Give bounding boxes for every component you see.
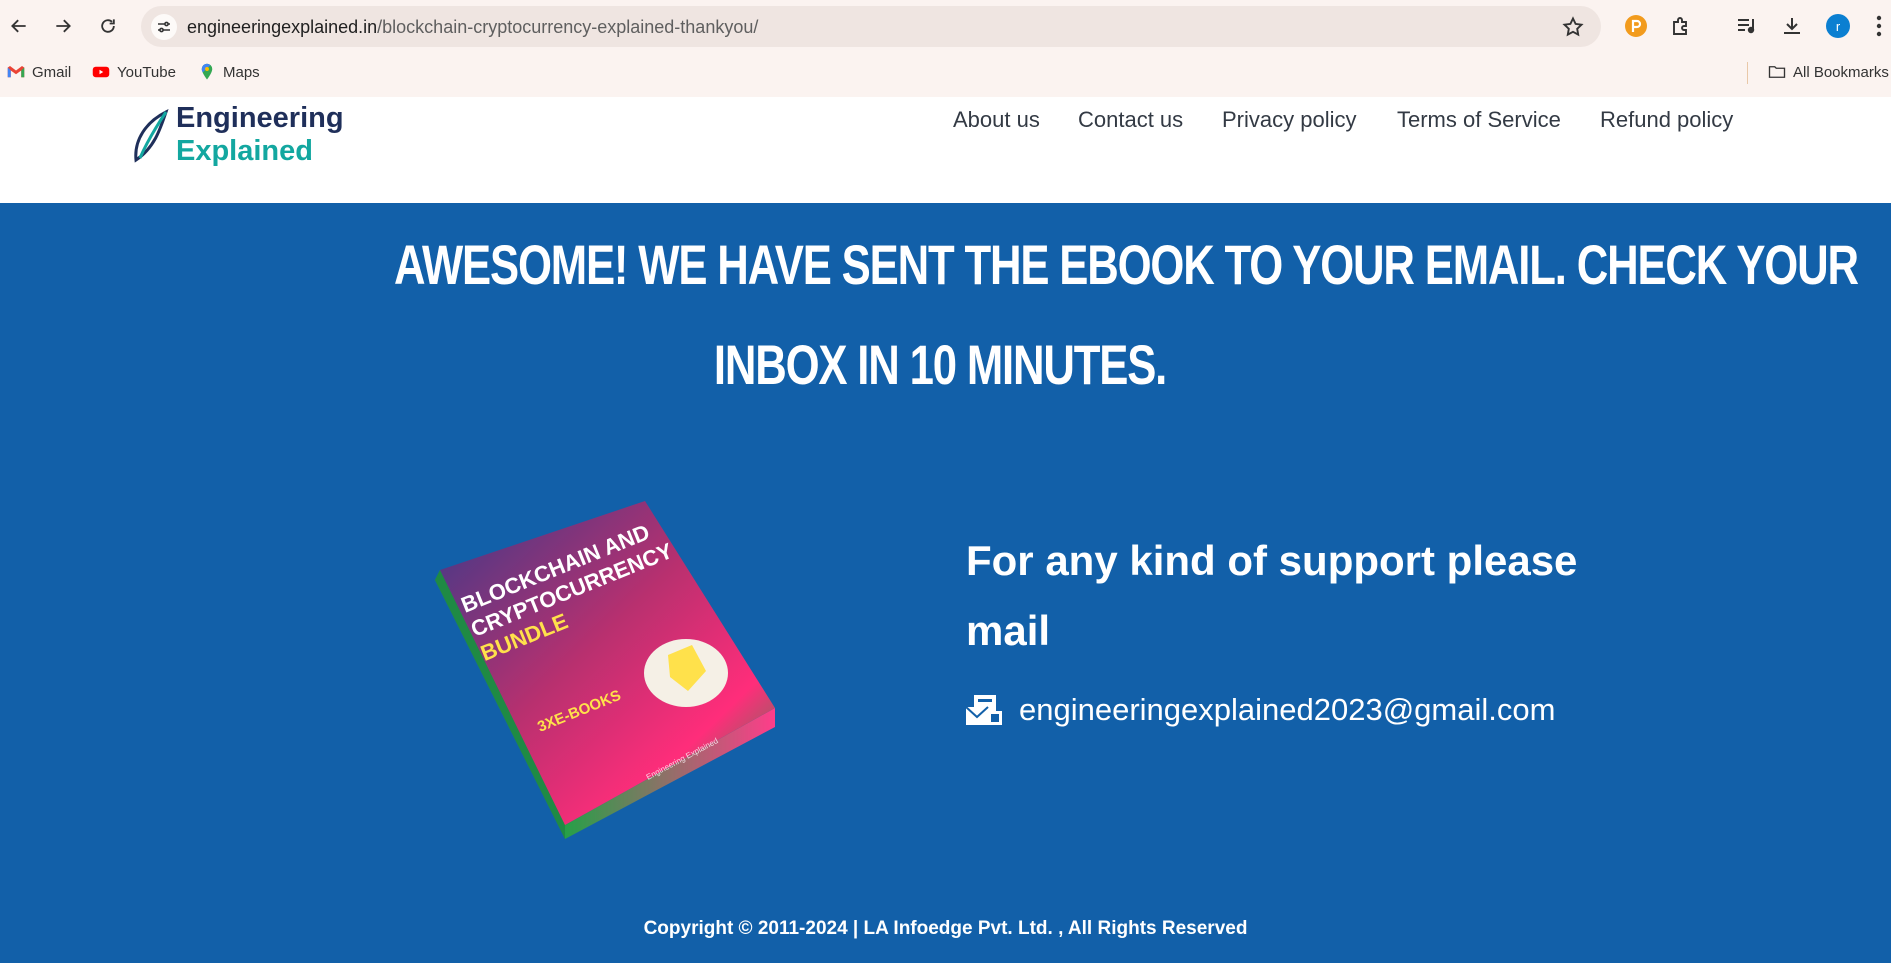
maps-icon xyxy=(201,63,213,80)
menu-about-us[interactable]: About us xyxy=(953,107,1040,133)
bookmarks-bar: Gmail YouTube Maps All Bookmarks xyxy=(0,58,1891,88)
ebook-bundle-image: BLOCKCHAIN AND CRYPTOCURRENCY BUNDLE 3XE… xyxy=(430,495,790,845)
url-path: /blockchain-cryptocurrency-explained-tha… xyxy=(377,17,759,37)
menu-refund-policy[interactable]: Refund policy xyxy=(1600,107,1733,133)
profile-avatar[interactable]: r xyxy=(1824,12,1852,40)
hero-title: AWESOME! WE HAVE SENT THE EBOOK TO YOUR … xyxy=(394,215,1859,415)
logo-text-explained: Explained xyxy=(176,135,313,167)
menu-dots-icon[interactable] xyxy=(1869,12,1889,40)
bookmark-label: YouTube xyxy=(117,63,176,81)
download-icon[interactable] xyxy=(1778,12,1806,40)
footer-copyright: Copyright © 2011-2024 | LA Infoedge Pvt.… xyxy=(643,918,1248,939)
browser-chrome: engineeringexplained.in/blockchain-crypt… xyxy=(0,0,1891,97)
mail-bulk-icon xyxy=(966,695,1002,725)
support-email-link[interactable]: engineeringexplained2023@gmail.com xyxy=(1019,692,1555,728)
site-info-icon[interactable] xyxy=(151,14,177,40)
all-bookmarks-label: All Bookmarks xyxy=(1793,63,1889,81)
folder-icon xyxy=(1768,66,1786,78)
reload-button[interactable] xyxy=(92,10,124,42)
bookmark-maps[interactable]: Maps xyxy=(198,63,260,81)
bookmark-label: Gmail xyxy=(32,63,72,81)
url-text[interactable]: engineeringexplained.in/blockchain-crypt… xyxy=(187,17,758,38)
bookmark-star-icon[interactable] xyxy=(1561,15,1585,39)
menu-privacy-policy[interactable]: Privacy policy xyxy=(1222,107,1356,133)
back-button[interactable] xyxy=(3,10,35,42)
logo-text-engineering: Engineering xyxy=(176,102,344,134)
site-header: Engineering Explained About us Contact u… xyxy=(0,97,1891,203)
youtube-icon xyxy=(92,66,110,78)
gmail-icon xyxy=(7,66,25,78)
ebook-coin-icon xyxy=(644,639,728,707)
all-bookmarks[interactable]: All Bookmarks xyxy=(1768,63,1889,81)
bookmark-gmail[interactable]: Gmail xyxy=(7,63,71,81)
bookmark-youtube[interactable]: YouTube xyxy=(92,63,176,81)
menu-terms-of-service[interactable]: Terms of Service xyxy=(1397,107,1561,133)
hero-title-line1: AWESOME! WE HAVE SENT THE EBOOK TO YOUR … xyxy=(394,233,1859,296)
forward-button[interactable] xyxy=(47,10,79,42)
support-heading: For any kind of support please mail xyxy=(966,537,1578,654)
address-bar[interactable]: engineeringexplained.in/blockchain-crypt… xyxy=(141,6,1601,47)
logo-leaf-icon xyxy=(134,109,169,163)
extensions-puzzle-icon[interactable] xyxy=(1667,12,1695,40)
media-queue-icon[interactable] xyxy=(1733,12,1761,40)
arrow-left-icon xyxy=(11,19,26,33)
bookmarks-divider xyxy=(1747,62,1748,84)
extension-badge-icon[interactable] xyxy=(1622,12,1650,40)
url-domain: engineeringexplained.in xyxy=(187,17,378,37)
profile-initial: r xyxy=(1826,14,1850,38)
menu-contact-us[interactable]: Contact us xyxy=(1078,107,1183,133)
bookmark-label: Maps xyxy=(223,63,260,81)
support-email-row: engineeringexplained2023@gmail.com xyxy=(966,692,1555,728)
reload-icon xyxy=(101,19,115,33)
hero-title-line2: INBOX IN 10 MINUTES. xyxy=(713,333,1167,396)
arrow-right-icon xyxy=(56,19,71,33)
